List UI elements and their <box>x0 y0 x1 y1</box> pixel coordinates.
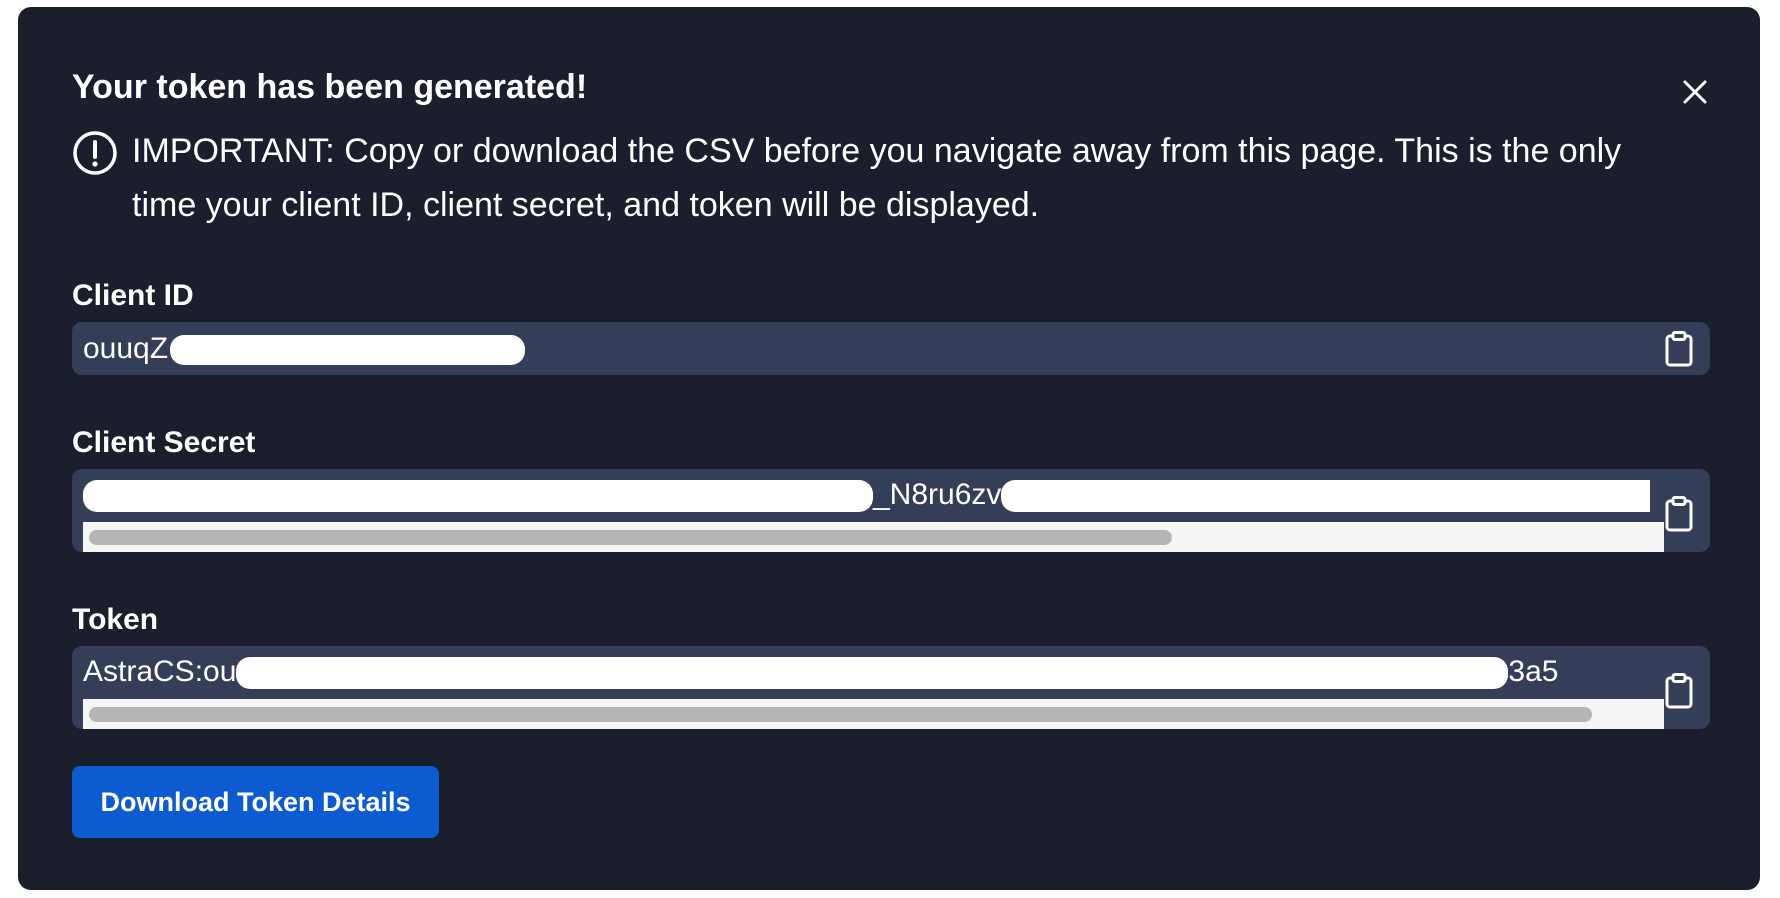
redaction-mark <box>83 480 873 513</box>
client-id-value[interactable]: ouuqZ <box>83 322 1650 375</box>
client-id-field[interactable]: ouuqZ <box>72 322 1710 375</box>
dialog-title: Your token has been generated! <box>72 68 588 106</box>
token-visible-suffix: 3a5 <box>1508 655 1559 688</box>
client-id-visible-text: ouuqZ <box>83 332 169 365</box>
token-scrollbar[interactable] <box>83 699 1664 729</box>
token-value[interactable]: AstraCS:ou 3a5 <box>83 652 1650 692</box>
client-secret-value[interactable]: _N8ru6zv <box>83 475 1650 515</box>
copy-client-secret-button[interactable] <box>1662 495 1696 533</box>
client-secret-field[interactable]: _N8ru6zv <box>72 469 1710 552</box>
scrollbar-thumb[interactable] <box>89 530 1172 545</box>
scrollbar-thumb[interactable] <box>89 707 1592 722</box>
important-notice: IMPORTANT: Copy or download the CSV befo… <box>72 124 1632 232</box>
notice-text: IMPORTANT: Copy or download the CSV befo… <box>132 132 1622 224</box>
client-secret-label: Client Secret <box>72 426 256 459</box>
clipboard-icon <box>1665 673 1693 709</box>
clipboard-icon <box>1665 331 1693 367</box>
close-button[interactable] <box>1673 70 1717 114</box>
client-secret-scrollbar[interactable] <box>83 522 1664 552</box>
copy-token-button[interactable] <box>1662 672 1696 710</box>
token-visible-prefix: AstraCS:ou <box>83 655 237 688</box>
token-dialog: Your token has been generated! IMPORTANT… <box>18 7 1760 890</box>
client-id-label: Client ID <box>72 279 194 312</box>
redaction-mark <box>236 657 1509 690</box>
redaction-mark <box>1001 480 1650 513</box>
close-icon <box>1683 80 1707 104</box>
redaction-mark <box>170 335 526 366</box>
token-field[interactable]: AstraCS:ou 3a5 <box>72 646 1710 729</box>
client-secret-visible-text: _N8ru6zv <box>873 478 1002 511</box>
download-token-details-button[interactable]: Download Token Details <box>72 766 439 838</box>
exclamation-circle-icon <box>73 131 117 175</box>
copy-client-id-button[interactable] <box>1662 330 1696 368</box>
token-label: Token <box>72 603 159 636</box>
clipboard-icon <box>1665 496 1693 532</box>
